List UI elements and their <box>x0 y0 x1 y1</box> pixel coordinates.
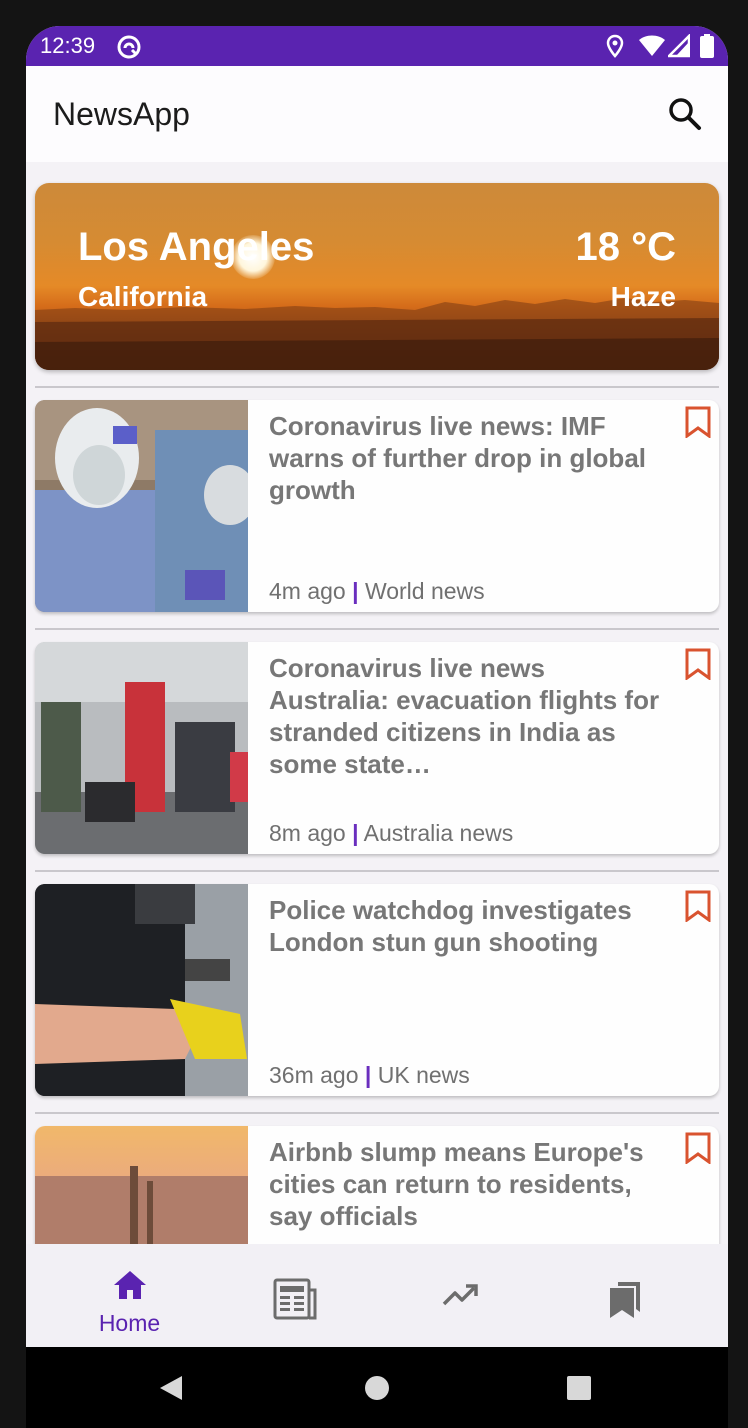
article-time: 36m ago <box>269 1062 359 1088</box>
article-card[interactable]: Police watchdog investigates London stun… <box>35 884 719 1096</box>
article-time: 8m ago <box>269 820 346 846</box>
bottom-navigation: Home <box>26 1244 728 1347</box>
search-icon[interactable] <box>666 95 704 133</box>
article-card[interactable]: Airbnb slump means Europe's cities can r… <box>35 1126 719 1244</box>
app-bar: NewsApp <box>26 66 728 162</box>
app-title: NewsApp <box>53 96 190 132</box>
status-bar: 12:39 <box>26 26 728 66</box>
nav-home-label: Home <box>98 1310 161 1336</box>
article-headline: Coronavirus live news Australia: evacuat… <box>269 653 660 779</box>
article-card[interactable]: Coronavirus live news Australia: evacuat… <box>35 642 719 854</box>
battery-icon <box>700 34 714 58</box>
article-thumbnail <box>35 1126 248 1244</box>
article-meta: 4m ago | World news <box>269 578 485 605</box>
article-section: Australia news <box>363 820 514 846</box>
bookmark-icon[interactable] <box>684 406 712 438</box>
bookmarks-icon <box>609 1282 640 1318</box>
system-navigation-bar <box>26 1347 728 1428</box>
wifi-icon <box>639 35 665 56</box>
status-time: 12:39 <box>40 33 96 58</box>
recents-icon[interactable] <box>566 1375 592 1401</box>
weather-condition: Haze <box>610 281 676 312</box>
cellular-signal-icon <box>668 34 690 58</box>
nav-bookmarks[interactable] <box>537 1244 712 1347</box>
nav-home[interactable]: Home <box>42 1244 217 1347</box>
phone-screen: 12:39 NewsApp Los Angeles California 18 … <box>26 26 728 1428</box>
home-button-icon[interactable] <box>363 1374 391 1402</box>
article-meta: 8m ago | Australia news <box>269 820 513 847</box>
bookmark-icon[interactable] <box>684 648 712 680</box>
back-icon[interactable] <box>158 1374 184 1402</box>
weather-card[interactable]: Los Angeles California 18 °C Haze <box>35 183 719 370</box>
article-meta: 36m ago | UK news <box>269 1062 470 1089</box>
meta-separator: | <box>352 820 359 846</box>
meta-separator: | <box>352 578 359 604</box>
newspaper-icon <box>273 1278 316 1320</box>
weather-city: Los Angeles <box>78 225 315 269</box>
article-card[interactable]: Coronavirus live news: IMF warns of furt… <box>35 400 719 612</box>
article-section: UK news <box>377 1062 470 1088</box>
bookmark-icon[interactable] <box>684 890 712 922</box>
divider <box>35 870 719 872</box>
article-thumbnail <box>35 642 248 854</box>
article-thumbnail <box>35 884 248 1096</box>
article-headline: Airbnb slump means Europe's cities can r… <box>269 1137 644 1231</box>
weather-temperature: 18 °C <box>575 225 677 269</box>
divider <box>35 386 719 388</box>
trending-up-icon <box>442 1284 478 1306</box>
bookmark-icon[interactable] <box>684 1132 712 1164</box>
article-thumbnail <box>35 400 248 612</box>
article-headline: Police watchdog investigates London stun… <box>269 895 632 957</box>
home-icon <box>113 1271 146 1299</box>
meta-separator: | <box>364 1062 372 1088</box>
news-feed[interactable]: Los Angeles California 18 °C Haze Corona… <box>26 162 728 1244</box>
nav-headlines[interactable] <box>207 1244 382 1347</box>
sync-icon <box>117 35 141 59</box>
article-headline: Coronavirus live news: IMF warns of furt… <box>269 411 646 505</box>
weather-state: California <box>78 281 208 312</box>
article-section: World news <box>364 578 485 604</box>
divider <box>35 628 719 630</box>
divider <box>35 1112 719 1114</box>
article-time: 4m ago <box>269 578 346 604</box>
nav-trending[interactable] <box>372 1244 547 1347</box>
location-icon <box>606 34 624 58</box>
